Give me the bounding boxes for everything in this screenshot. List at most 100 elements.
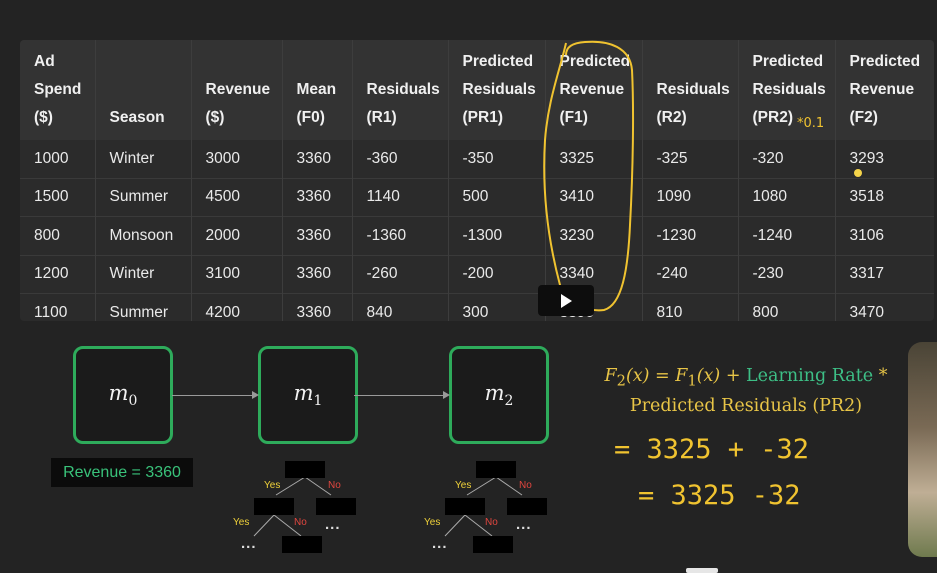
table-cell: Monsoon bbox=[95, 216, 192, 255]
table-cell: 800 bbox=[20, 216, 96, 255]
table-cell: -260 bbox=[352, 254, 449, 294]
tree-no-label: No bbox=[294, 517, 307, 528]
column-header: Season bbox=[95, 40, 192, 140]
table-cell: 3100 bbox=[191, 254, 283, 294]
play-icon bbox=[561, 293, 572, 308]
learning-rate-term: Learning Rate bbox=[746, 366, 874, 386]
tree-no-label: No bbox=[519, 480, 532, 491]
tree-node bbox=[476, 461, 516, 478]
column-header-line: Spend bbox=[34, 81, 82, 98]
column-header-line: (PR1) bbox=[462, 109, 503, 126]
column-header-line: Ad bbox=[34, 53, 55, 70]
column-header-line: (F0) bbox=[296, 109, 325, 126]
table-row: 1000 Winter 3000 3360 -360 -350 3325 -325 -320 32… bbox=[20, 140, 934, 178]
table-cell: 1500 bbox=[20, 177, 96, 217]
video-play-button[interactable] bbox=[538, 285, 594, 316]
table-cell: -325 bbox=[642, 140, 739, 178]
table-cell: 2000 bbox=[191, 216, 283, 255]
model-label: m2 bbox=[484, 380, 514, 410]
table-cell: 3293 bbox=[849, 149, 884, 167]
table-row: 1500 Summer 4500 3360 1140 500 3410 1090 1080 351… bbox=[20, 177, 934, 217]
table-cell: -320 bbox=[738, 140, 836, 178]
table-cell: 3410 bbox=[545, 177, 643, 217]
tree-node bbox=[473, 536, 513, 553]
handwritten-line-2: = 3325 -32 bbox=[638, 480, 801, 511]
tree-more-dots: ... bbox=[516, 516, 532, 533]
tree-yes-label: Yes bbox=[424, 517, 441, 528]
column-header-line: ($) bbox=[205, 109, 225, 126]
column-header-line: (F2) bbox=[849, 109, 878, 126]
column-header: Residuals (R1) bbox=[352, 40, 449, 140]
table-cell: 3325 bbox=[545, 140, 643, 178]
table-row: 1100Summer4200336084030033908108003470 bbox=[20, 293, 934, 321]
table-cell: 840 bbox=[352, 293, 449, 321]
table-cell: -1230 bbox=[642, 216, 739, 255]
model-label: m1 bbox=[293, 380, 323, 410]
table-cell: 3360 bbox=[282, 293, 353, 321]
table-cell: 3230 bbox=[545, 216, 643, 255]
table-cell: -240 bbox=[642, 254, 739, 294]
table-cell: 1090 bbox=[642, 177, 739, 217]
column-header: Revenue ($) bbox=[191, 40, 283, 140]
column-header-line: Revenue bbox=[849, 81, 915, 98]
tree-more-dots: ... bbox=[432, 535, 448, 552]
update-formula: F2(x) = F1(x) + Learning Rate * Predicte… bbox=[596, 364, 896, 418]
tree-yes-label: Yes bbox=[233, 517, 250, 528]
tree-node bbox=[445, 498, 485, 515]
column-header-line: (PR2) bbox=[752, 109, 793, 126]
table-cell: 1000 bbox=[20, 140, 96, 178]
gradient-boosting-table: Ad Spend ($) Season Revenue ($) Mean (F0) Residu… bbox=[20, 40, 934, 321]
table-cell: 1200 bbox=[20, 254, 96, 294]
table-cell: 3360 bbox=[282, 216, 353, 255]
column-header: Ad Spend ($) bbox=[20, 40, 96, 140]
tree-node bbox=[507, 498, 547, 515]
table-cell: -360 bbox=[352, 140, 449, 178]
table-cell: 3360 bbox=[282, 177, 353, 217]
column-header-line: Predicted bbox=[559, 53, 631, 70]
column-header-line: Revenue bbox=[559, 81, 625, 98]
column-header-line: Predicted bbox=[752, 53, 824, 70]
arrowhead-icon bbox=[443, 391, 450, 399]
table-cell: 4500 bbox=[191, 177, 283, 217]
column-header: Residuals (R2) bbox=[642, 40, 739, 140]
table-cell: Summer bbox=[95, 293, 192, 321]
handwritten-line-1: = 3325 + -32 bbox=[614, 434, 809, 465]
table-row: 800 Monsoon 2000 3360 -1360 -1300 3230 -1230 -12… bbox=[20, 216, 934, 255]
column-header: Predicted Residuals (PR1) bbox=[448, 40, 546, 140]
table-cell: Winter bbox=[95, 140, 192, 178]
column-header-line: Season bbox=[109, 109, 165, 126]
model-box-m2: m2 bbox=[449, 346, 549, 444]
decision-tree-1: Yes No Yes No ... ... bbox=[226, 458, 366, 558]
table-cell: -200 bbox=[448, 254, 546, 294]
table-cell: 3000 bbox=[191, 140, 283, 178]
table-cell: 3106 bbox=[835, 216, 934, 255]
column-header-line: Residuals bbox=[752, 81, 826, 98]
column-header: Predicted Residuals (PR2) bbox=[738, 40, 836, 140]
table-cell: -1300 bbox=[448, 216, 546, 255]
tree-node bbox=[254, 498, 294, 515]
video-progress-indicator[interactable] bbox=[686, 568, 718, 573]
column-header: Mean (F0) bbox=[282, 40, 353, 140]
tree-no-label: No bbox=[328, 480, 341, 491]
column-header-line: Mean bbox=[296, 81, 337, 98]
table-cell: 3518 bbox=[835, 177, 934, 217]
table-cell: -1360 bbox=[352, 216, 449, 255]
table-cell: -1240 bbox=[738, 216, 836, 255]
table-cell: 3317 bbox=[835, 254, 934, 294]
tree-more-dots: ... bbox=[241, 535, 257, 552]
formula-line-1: F2(x) = F1(x) + Learning Rate * bbox=[604, 366, 888, 390]
initial-prediction-label: Revenue = 3360 bbox=[51, 458, 193, 487]
column-header: Predicted Revenue (F2) bbox=[835, 40, 934, 140]
table-cell: 3470 bbox=[835, 293, 934, 321]
column-header-line: Residuals bbox=[656, 81, 730, 98]
column-header-line: Predicted bbox=[849, 53, 921, 70]
column-header-line: Predicted bbox=[462, 53, 534, 70]
table-cell: 500 bbox=[448, 177, 546, 217]
column-header-line: (R1) bbox=[366, 109, 397, 126]
tree-no-label: No bbox=[485, 517, 498, 528]
model-label: m0 bbox=[108, 380, 138, 410]
tree-more-dots: ... bbox=[325, 516, 341, 533]
column-header: Predicted Revenue (F1) bbox=[545, 40, 643, 140]
arrow-m1-m2 bbox=[354, 395, 445, 396]
tree-node bbox=[282, 536, 322, 553]
